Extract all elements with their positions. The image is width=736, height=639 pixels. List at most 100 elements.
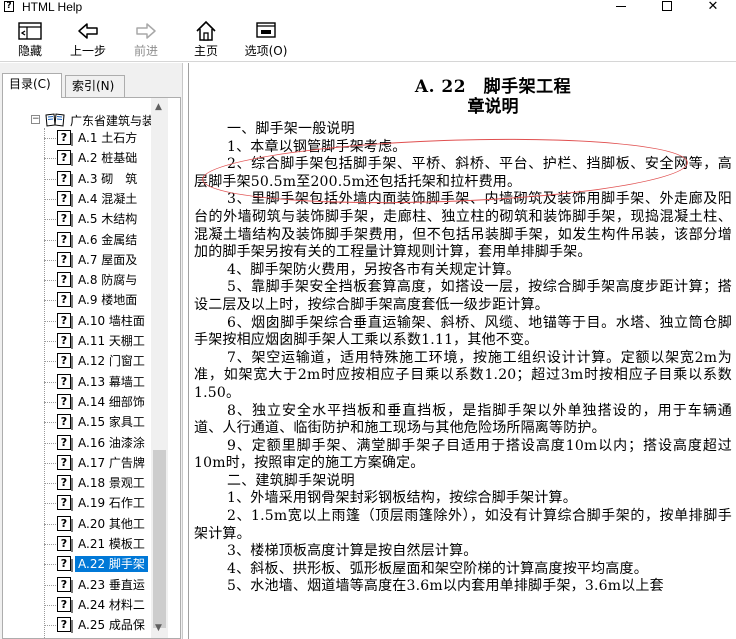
tab-contents[interactable]: 目录(C) xyxy=(2,73,62,98)
contents-tree-panel: − 广东省建筑与装 ? A.1 土石方? A.2 桩基础? A.3 砌 筑? A.4 混… xyxy=(2,97,181,639)
back-button-label: 上一步 xyxy=(69,44,106,58)
close-icon: ✕ xyxy=(707,0,719,14)
scroll-down-icon[interactable]: ▼ xyxy=(155,623,162,633)
tree-item[interactable]: ? A.13 幕墙工 xyxy=(3,372,151,392)
paragraph: 二、建筑脚手架说明 xyxy=(227,472,355,489)
tree-item-code: A.21 xyxy=(78,537,106,551)
paragraph: 8、独立安全水平挡板和垂直挡板，是指脚手架以外单独搭设的，用于车辆通道、人行通道… xyxy=(194,402,732,437)
tree-item[interactable]: ? A.12 门窗工 xyxy=(3,351,151,371)
help-topic-icon: ? xyxy=(57,292,73,309)
tree-item[interactable]: ? A.16 油漆涂 xyxy=(3,433,151,453)
tree-item[interactable]: ? A.21 模板工 xyxy=(3,534,151,554)
tree-item[interactable]: ? A.11 天棚工 xyxy=(3,331,151,351)
tree-item-code: A.4 xyxy=(78,191,98,206)
home-button[interactable]: 主页 xyxy=(186,20,226,62)
tree-item-code: A.17 xyxy=(78,455,106,470)
tree-item-code: A.8 xyxy=(78,273,98,288)
back-button[interactable]: 上一步 xyxy=(64,20,112,62)
tree-item-title: 其他工 xyxy=(108,516,145,531)
tree-item-label: A.24 材料二 xyxy=(75,597,148,613)
tree-item[interactable]: ? A.19 石作工 xyxy=(3,493,151,513)
help-topic-icon: ? xyxy=(57,596,73,613)
help-topic-icon: ? xyxy=(57,211,73,228)
tree-item[interactable]: ? A.22 脚手架 xyxy=(3,554,151,574)
tree-item-code: A.6 xyxy=(78,232,98,247)
tree-item-label: A.11 天棚工 xyxy=(75,333,148,349)
paragraph: 2、1.5m宽以上雨篷（顶层雨篷除外），如没有计算综合脚手架的，按单排脚手架计算… xyxy=(194,508,732,542)
tree-item-title: 砌 筑 xyxy=(101,171,138,186)
tree-item[interactable]: ? A.17 广告牌 xyxy=(3,453,151,473)
help-topic-icon: ? xyxy=(57,150,73,167)
scroll-up-icon[interactable]: ▲ xyxy=(155,102,162,112)
tree-item-label: A.16 油漆涂 xyxy=(75,435,148,451)
scrollbar-thumb[interactable] xyxy=(153,450,166,628)
collapse-icon[interactable]: − xyxy=(31,115,40,124)
tree-item-code: A.9 xyxy=(78,293,98,308)
tree-item-title: 材料二 xyxy=(108,597,145,612)
tree-item-label: A.21 模板工 xyxy=(75,536,148,552)
tree-item-code: A.12 xyxy=(78,354,106,369)
tree-item-code: A.23 xyxy=(78,577,106,592)
paragraph: 4、脚手架防火费用，另按各市有关规定计算。 xyxy=(227,261,521,278)
tree-item[interactable]: ? A.2 桩基础 xyxy=(3,148,151,168)
tree-item-title: 景观工 xyxy=(108,476,145,491)
options-button-label: 选项(O) xyxy=(244,44,288,58)
tree-item[interactable]: ? A.24 材料二 xyxy=(3,595,151,615)
home-button-label: 主页 xyxy=(193,44,218,58)
forward-button-label: 前进 xyxy=(133,44,158,58)
tree-scrollbar[interactable]: ▲ ▼ xyxy=(151,98,168,638)
tree-item[interactable]: ? A.1 土石方 xyxy=(3,128,151,148)
close-button[interactable]: ✕ xyxy=(690,0,736,14)
tree-item-title: 脚手架 xyxy=(108,557,145,572)
tree-item[interactable]: ? A.23 垂直运 xyxy=(3,575,151,595)
tree-item[interactable]: ? A.18 景观工 xyxy=(3,473,151,493)
forward-arrow-icon xyxy=(135,20,157,42)
tree-item[interactable]: ? A.9 楼地面 xyxy=(3,290,151,310)
tree-item-label: A.6 金属结 xyxy=(75,232,140,248)
tree-item-code: A.14 xyxy=(78,394,106,409)
tree-item-title: 木结构 xyxy=(101,212,138,227)
tree-item-title: 天棚工 xyxy=(108,334,145,348)
tree-item-code: A.1 xyxy=(78,131,98,145)
help-topic-icon: ? xyxy=(57,454,73,471)
toolbar: 隐藏 上一步 前进 主页 选项(O) xyxy=(0,14,736,62)
tree-item-title: 石作工 xyxy=(108,496,145,511)
tree-item-title: 幕墙工 xyxy=(108,374,145,389)
tree-item[interactable]: ? A.5 木结构 xyxy=(3,209,151,229)
window-title: HTML Help xyxy=(22,0,83,14)
hide-button[interactable]: 隐藏 xyxy=(12,20,48,62)
tree-root-label: 广东省建筑与装 xyxy=(70,114,151,128)
tab-index[interactable]: 索引(N) xyxy=(65,75,125,97)
tree-root-item[interactable]: − 广东省建筑与装 xyxy=(3,110,151,130)
tree-item[interactable]: ? A.4 混凝土 xyxy=(3,189,151,209)
minimize-button[interactable] xyxy=(598,0,644,14)
tree-item[interactable]: ? A.20 其他工 xyxy=(3,514,151,534)
tree-item[interactable]: ? A.10 墙柱面 xyxy=(3,311,151,331)
tree-item-title: 垂直运 xyxy=(108,577,145,592)
tree-item-label: A.20 其他工 xyxy=(75,516,148,532)
tree-item[interactable]: ? A.7 屋面及 xyxy=(3,250,151,270)
forward-button[interactable]: 前进 xyxy=(126,20,166,62)
tree-item[interactable]: ? A.14 细部饰 xyxy=(3,392,151,412)
tree-item-label: A.10 墙柱面 xyxy=(75,313,148,329)
tree-item[interactable]: ? A.25 成品保 xyxy=(3,615,151,635)
tree-item-label: A.15 家具工 xyxy=(75,414,148,430)
paragraph: 1、外墙采用钢骨架封彩钢板结构，按综合脚手架计算。 xyxy=(227,490,577,507)
tree-item-code: A.18 xyxy=(78,476,106,491)
tree-item-code: A.5 xyxy=(78,212,98,227)
tree-item[interactable]: ? A.8 防腐与 xyxy=(3,270,151,290)
minimize-icon xyxy=(616,5,626,7)
tree-item-label: A.9 楼地面 xyxy=(75,292,140,308)
maximize-button[interactable] xyxy=(644,0,690,14)
help-topic-icon: ? xyxy=(57,373,73,390)
tree-item-title: 门窗工 xyxy=(108,354,145,369)
tree-item[interactable]: ? A.15 家具工 xyxy=(3,412,151,432)
tree-item-code: A.15 xyxy=(78,415,106,430)
tree-item-title: 桩基础 xyxy=(101,151,138,166)
tree-item[interactable]: ? A.6 金属结 xyxy=(3,230,151,250)
options-button[interactable]: 选项(O) xyxy=(238,20,294,62)
options-icon xyxy=(255,20,277,42)
tree-item[interactable]: ? A.3 砌 筑 xyxy=(3,169,151,189)
paragraph: 7、架空运输道，适用特殊施工环境，按施工组织设计计算。定额以架宽2m为准，如架宽… xyxy=(194,349,732,401)
help-topic-icon: ? xyxy=(57,617,73,634)
